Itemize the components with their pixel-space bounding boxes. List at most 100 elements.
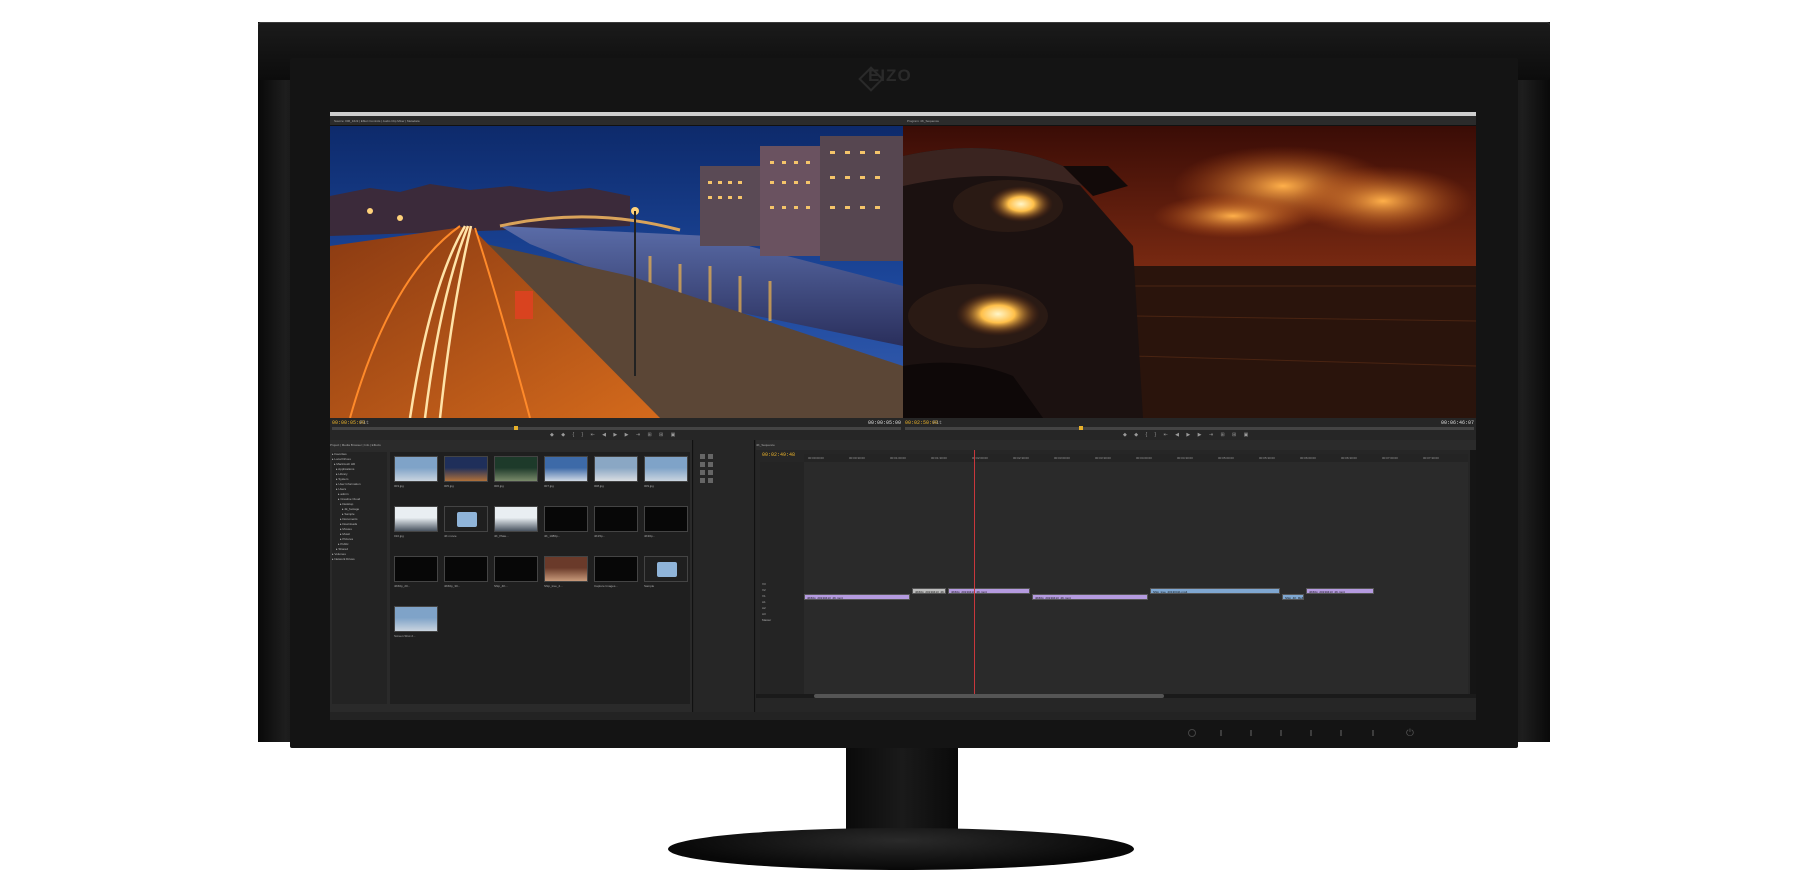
ruler-tick-label: 00:04:00:00 xyxy=(1136,456,1152,460)
media-thumbnail[interactable] xyxy=(594,506,638,532)
media-thumbnail[interactable] xyxy=(594,556,638,582)
tools-panel xyxy=(694,440,755,712)
slip-tool-icon[interactable] xyxy=(708,470,713,475)
media-thumbnail-caption: Capture Images... xyxy=(594,584,618,588)
zoom-tool-icon[interactable] xyxy=(708,478,713,483)
track-header[interactable]: V2 xyxy=(762,588,766,593)
media-thumbnail[interactable] xyxy=(644,556,688,582)
ripple-edit-tool-icon[interactable] xyxy=(700,462,705,467)
ruler-tick-label: 00:01:00:00 xyxy=(890,456,906,460)
media-thumbnail-caption: 009.jpg xyxy=(644,484,654,488)
timeline-timecode[interactable]: 00:02:49:48 xyxy=(762,452,795,458)
program-fit-select[interactable]: Fit xyxy=(933,420,942,426)
media-thumbnail[interactable] xyxy=(544,556,588,582)
timeline-clip[interactable]: Ship_4K_Reflect xyxy=(1282,594,1304,600)
program-scrubber[interactable] xyxy=(905,427,1474,430)
ruler-tick-label: 00:02:30:00 xyxy=(1013,456,1029,460)
ruler-tick-label: 00:01:30:00 xyxy=(931,456,947,460)
timeline-clip[interactable]: 4K60p_20130413_4K.mp4 xyxy=(912,588,946,594)
project-panel: Project | Media Browser | Info | Effects… xyxy=(330,440,693,712)
source-transport-buttons[interactable]: ◆ ◆ { } ⇤ ◀ ▶ ▶ ⇥ ⊞ ⊞ ▣ xyxy=(550,432,678,438)
monitor-button-3[interactable] xyxy=(1280,730,1282,736)
program-transport-buttons[interactable]: ◆ ◆ { } ⇤ ◀ ▶ ▶ ⇥ ⊞ ⊞ ▣ xyxy=(1123,432,1251,438)
track-header[interactable]: Master xyxy=(762,618,771,623)
media-thumbnail[interactable] xyxy=(494,456,538,482)
media-thumbnail[interactable] xyxy=(644,456,688,482)
media-thumbnail-caption: 007.jpg xyxy=(544,484,554,488)
media-thumbnail[interactable] xyxy=(394,606,438,632)
timeline-scrollbar[interactable] xyxy=(814,694,1164,698)
monitor-sensor-button[interactable] xyxy=(1188,729,1196,737)
media-thumbnail[interactable] xyxy=(394,506,438,532)
selection-tool-icon[interactable] xyxy=(700,454,705,459)
track-headers: V3 V2 V1 A1 A2 A3 Master xyxy=(760,462,804,694)
media-thumbnail-caption: Ship_tree_2... xyxy=(544,584,563,588)
timeline-clip[interactable]: Ship_tree_20130411.mp4 xyxy=(1150,588,1280,594)
monitor-button-6[interactable] xyxy=(1372,730,1374,736)
monitor-button-5[interactable] xyxy=(1340,730,1342,736)
media-thumbnail-caption: 010.jpg xyxy=(394,534,404,538)
power-icon[interactable]: ⏻ xyxy=(1406,728,1414,739)
media-browser-tree: ▸ Favorites ▸ Local Drives ▸ Macintosh HD ▸… xyxy=(332,452,387,704)
track-header[interactable]: A3 xyxy=(762,612,766,617)
tree-item[interactable]: ▸ Network Drives xyxy=(332,557,387,562)
timeline-clip[interactable]: 4K60p_20130413_4K.mp4 xyxy=(804,594,910,600)
media-thumbnail[interactable] xyxy=(494,506,538,532)
media-thumbnail[interactable] xyxy=(644,506,688,532)
media-thumbnail[interactable] xyxy=(494,556,538,582)
ruler-tick-label: 00:04:30:00 xyxy=(1177,456,1193,460)
timeline-clip[interactable]: 4K60p_20130413_4K.mp4 xyxy=(1032,594,1148,600)
ruler-tick-label: 00:06:00:00 xyxy=(1300,456,1316,460)
media-thumbnail-caption: 4K60p_30... xyxy=(444,584,461,588)
timeline-clip[interactable]: 4K60p_20130413_4K.mp4 xyxy=(948,588,1030,594)
monitor-button-2[interactable] xyxy=(1250,730,1252,736)
track-header[interactable]: A2 xyxy=(762,606,766,611)
program-panel-tabs[interactable]: Program: 4K_Sequence xyxy=(903,116,1476,126)
program-playhead[interactable] xyxy=(1079,426,1083,430)
timeline-playhead[interactable] xyxy=(974,450,975,694)
source-panel-tabs[interactable]: Source: 006_16x9 | Effect Controls | Aud… xyxy=(330,116,903,126)
monitor-button-1[interactable] xyxy=(1220,730,1222,736)
source-controls: 00:00:05:09 Fit 00:00:05:00 ◆ ◆ { } ⇤ ◀ … xyxy=(330,418,903,440)
source-scrubber[interactable] xyxy=(332,427,901,430)
ruler-tick-label: 00:06:30:00 xyxy=(1341,456,1357,460)
media-thumbnail-caption: 003.jpg xyxy=(394,484,404,488)
media-thumbnail[interactable] xyxy=(544,506,588,532)
timeline-tracks[interactable]: 4K60p_20130413_4K.mp44K60p_20130413_4K.m… xyxy=(804,462,1468,694)
project-panel-tabs[interactable]: Project | Media Browser | Info | Effects xyxy=(330,440,692,450)
source-fit-select[interactable]: Fit xyxy=(360,420,369,426)
track-header[interactable]: A1 xyxy=(762,600,766,605)
media-thumbnail[interactable] xyxy=(444,456,488,482)
ruler-tick-label: 00:05:30:00 xyxy=(1259,456,1275,460)
media-thumbnail[interactable] xyxy=(444,506,488,532)
media-thumbnail[interactable] xyxy=(444,556,488,582)
source-monitor-viewer[interactable] xyxy=(330,126,903,418)
ruler-tick-label: 00:05:00:00 xyxy=(1218,456,1234,460)
media-thumbnail-caption: 008.jpg xyxy=(594,484,604,488)
program-monitor-viewer[interactable] xyxy=(903,126,1476,418)
media-thumbnail-caption: 006.jpg xyxy=(494,484,504,488)
media-thumbnail[interactable] xyxy=(544,456,588,482)
ruler-tick-label: 00:00:30:00 xyxy=(849,456,865,460)
media-thumbnail[interactable] xyxy=(594,456,638,482)
ruler-tick-label: 00:03:30:00 xyxy=(1095,456,1111,460)
track-header[interactable]: V1 xyxy=(762,594,766,599)
media-thumbnail-caption: 4K30p... xyxy=(644,534,656,538)
source-playhead[interactable] xyxy=(514,426,518,430)
pen-tool-icon[interactable] xyxy=(700,478,705,483)
night-city-image xyxy=(330,126,903,418)
media-thumbnail-grid: 003.jpg 005.jpg 006.jpg 007.jpg 008.jpg 009.j… xyxy=(390,452,690,704)
timeline-tabs[interactable]: 4K_Sequence xyxy=(756,440,1476,450)
rolling-edit-tool-icon[interactable] xyxy=(708,462,713,467)
program-timecode-duration: 00:06:46:07 xyxy=(1441,420,1475,426)
car-sunset-image xyxy=(903,126,1476,418)
media-thumbnail-caption: 4K movie xyxy=(444,534,457,538)
timeline-clip[interactable]: 4K60p_20130413_4K.mp4 xyxy=(1306,588,1374,594)
track-select-tool-icon[interactable] xyxy=(708,454,713,459)
media-thumbnail[interactable] xyxy=(394,556,438,582)
media-thumbnail[interactable] xyxy=(394,456,438,482)
razor-tool-icon[interactable] xyxy=(700,470,705,475)
media-thumbnail-caption: Ship_4K... xyxy=(494,584,508,588)
monitor-button-4[interactable] xyxy=(1310,730,1312,736)
track-header[interactable]: V3 xyxy=(762,582,766,587)
